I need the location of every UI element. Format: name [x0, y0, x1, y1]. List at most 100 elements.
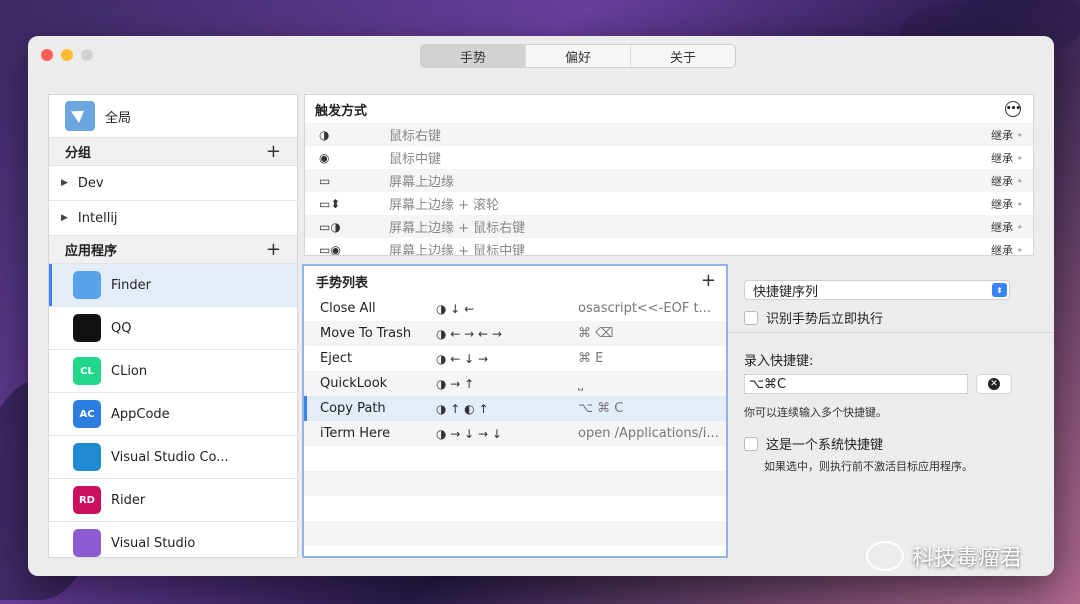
trigger-header: 触发方式 •••: [305, 95, 1033, 123]
gesture-row[interactable]: QuickLook ◑ → ↑ ⎵: [304, 371, 726, 396]
apps-header: 应用程序 +: [49, 236, 297, 264]
zoom-window-button[interactable]: [81, 49, 93, 61]
add-gesture-button[interactable]: +: [701, 272, 716, 290]
gesture-row[interactable]: iTerm Here ◑ → ↓ → ↓ open /Applications/i.…: [304, 421, 726, 446]
disclosure-triangle-icon[interactable]: ▶: [61, 213, 68, 223]
group-label: Dev: [77, 175, 104, 191]
app-window: 手势 偏好 关于 全局 分组 + ▶ Dev ▶ Intellij 应用程序 +…: [28, 36, 1054, 576]
tab-preferences[interactable]: 偏好: [526, 45, 631, 67]
more-options-icon[interactable]: •••: [1005, 101, 1021, 117]
wechat-icon: [866, 541, 904, 571]
app-name: QQ: [111, 320, 132, 336]
gesture-row[interactable]: Copy Path ◑ ↑ ◐ ↑ ⌥ ⌘ C: [304, 396, 726, 421]
trigger-row[interactable]: ▭◑ 屏幕上边缘 + 鼠标右键 继承: [305, 215, 1033, 238]
hotkey-field[interactable]: ⌥⌘C: [744, 374, 968, 394]
trigger-inherit: 继承: [973, 196, 1033, 212]
gesture-list-panel: 手势列表 + Close All ◑ ↓ ← osascript<<-EOF t..…: [302, 264, 728, 558]
sidebar-group-intellij[interactable]: ▶ Intellij: [49, 201, 297, 236]
empty-row: [304, 496, 726, 521]
trigger-icons: ▭◑: [319, 219, 341, 234]
add-group-button[interactable]: +: [266, 142, 281, 161]
gesture-path: ◑ → ↓ → ↓: [436, 426, 502, 441]
sidebar-item-label: 全局: [105, 110, 132, 126]
apps-header-label: 应用程序: [65, 244, 118, 259]
chevron-updown-icon: ⬍: [992, 283, 1007, 297]
multi-hotkey-note: 你可以连续输入多个快捷键。: [744, 406, 887, 419]
system-hotkey-checkbox[interactable]: [744, 436, 758, 451]
trigger-label: 屏幕上边缘 + 滚轮: [389, 198, 500, 213]
app-icon: [73, 314, 101, 342]
gesture-action: open /Applications/i...: [578, 426, 719, 441]
watermark-text: 科技毒瘤君: [912, 546, 1023, 571]
gesture-row[interactable]: Eject ◑ ← ↓ → ⌘ E: [304, 346, 726, 371]
sidebar-app-item[interactable]: RD Rider: [49, 479, 297, 522]
trigger-inherit: 继承: [973, 150, 1033, 166]
trigger-inherit: 继承: [973, 173, 1033, 189]
trigger-label: 屏幕上边缘: [389, 175, 455, 190]
gesture-name: Eject: [320, 351, 353, 366]
app-icon: AC: [73, 400, 101, 428]
trigger-row[interactable]: ▭◉ 屏幕上边缘 + 鼠标中键 继承: [305, 238, 1033, 256]
add-app-button[interactable]: +: [266, 240, 281, 259]
gesture-action: ⌥ ⌘ C: [578, 401, 624, 416]
trigger-row[interactable]: ◉ 鼠标中键 继承: [305, 146, 1033, 169]
app-icon: RD: [73, 486, 101, 514]
gesture-name: QuickLook: [320, 376, 388, 391]
sidebar-app-item[interactable]: QQ: [49, 307, 297, 350]
trigger-icons: ◑: [319, 127, 330, 142]
run-immediately-option[interactable]: 识别手势后立即执行: [744, 308, 883, 327]
gesture-row[interactable]: Move To Trash ◑ ← → ← → ⌘ ⌫: [304, 321, 726, 346]
sidebar-app-item[interactable]: Visual Studio Co...: [49, 436, 297, 479]
gesture-name: Close All: [320, 301, 376, 316]
sidebar-group-dev[interactable]: ▶ Dev: [49, 166, 297, 201]
tab-about[interactable]: 关于: [631, 45, 735, 67]
app-icon: [73, 443, 101, 471]
gesture-path: ◑ ↑ ◐ ↑: [436, 401, 489, 416]
sidebar: 全局 分组 + ▶ Dev ▶ Intellij 应用程序 + Finder QQ…: [48, 94, 298, 558]
app-name: Visual Studio Co...: [111, 449, 229, 465]
close-window-button[interactable]: [41, 49, 53, 61]
sidebar-app-item[interactable]: CL CLion: [49, 350, 297, 393]
system-hotkey-option[interactable]: 这是一个系统快捷键: [744, 434, 883, 453]
gesture-list: Close All ◑ ↓ ← osascript<<-EOF t... Move T…: [304, 296, 726, 546]
disclosure-triangle-icon[interactable]: ▶: [61, 178, 68, 188]
trigger-row[interactable]: ◑ 鼠标右键 继承: [305, 123, 1033, 146]
title-bar: 手势 偏好 关于: [28, 36, 1054, 74]
app-name: CLion: [111, 363, 148, 379]
action-type-select[interactable]: 快捷键序列 ⬍: [744, 280, 1010, 300]
clear-hotkey-button[interactable]: ✕: [976, 374, 1012, 394]
trigger-row[interactable]: ▭⬍ 屏幕上边缘 + 滚轮 继承: [305, 192, 1033, 215]
app-icon: [73, 271, 101, 299]
trigger-row[interactable]: ▭ 屏幕上边缘 继承: [305, 169, 1033, 192]
sidebar-app-item[interactable]: AC AppCode: [49, 393, 297, 436]
trigger-icons: ◉: [319, 150, 330, 165]
sidebar-item-global[interactable]: 全局: [49, 95, 297, 138]
gesture-detail-panel: 快捷键序列 ⬍ 识别手势后立即执行 录入快捷键: ⌥⌘C ✕ 你可以连续输入多个…: [728, 264, 1054, 556]
trigger-label: 屏幕上边缘 + 鼠标右键: [389, 221, 526, 236]
sidebar-app-item[interactable]: Visual Studio: [49, 522, 297, 557]
groups-header: 分组 +: [49, 138, 297, 166]
groups-header-label: 分组: [65, 146, 92, 161]
trigger-icons: ▭⬍: [319, 196, 341, 211]
gesture-path: ◑ ← → ← →: [436, 326, 502, 341]
run-immediately-label: 识别手势后立即执行: [766, 312, 884, 327]
record-hotkey-label: 录入快捷键:: [744, 354, 814, 369]
main-tabs: 手势 偏好 关于: [420, 44, 736, 68]
gesture-action: osascript<<-EOF t...: [578, 301, 711, 316]
trigger-title: 触发方式: [315, 103, 368, 119]
trigger-inherit: 继承: [973, 127, 1033, 143]
system-hotkey-label: 这是一个系统快捷键: [766, 438, 884, 453]
gesture-action: ⌘ E: [578, 351, 604, 366]
cursor-icon: [65, 101, 95, 131]
app-name: Rider: [111, 492, 146, 508]
system-hotkey-note: 如果选中，则执行前不激活目标应用程序。: [764, 460, 973, 473]
sidebar-app-item[interactable]: Finder: [49, 264, 297, 307]
run-immediately-checkbox[interactable]: [744, 310, 758, 325]
gesture-row[interactable]: Close All ◑ ↓ ← osascript<<-EOF t...: [304, 296, 726, 321]
gesture-list-header: 手势列表 +: [304, 266, 726, 296]
minimize-window-button[interactable]: [61, 49, 73, 61]
tab-gestures[interactable]: 手势: [421, 45, 526, 67]
action-type-value: 快捷键序列: [753, 284, 819, 300]
app-name: Visual Studio: [111, 535, 196, 551]
gesture-action: ⎵: [578, 376, 584, 391]
